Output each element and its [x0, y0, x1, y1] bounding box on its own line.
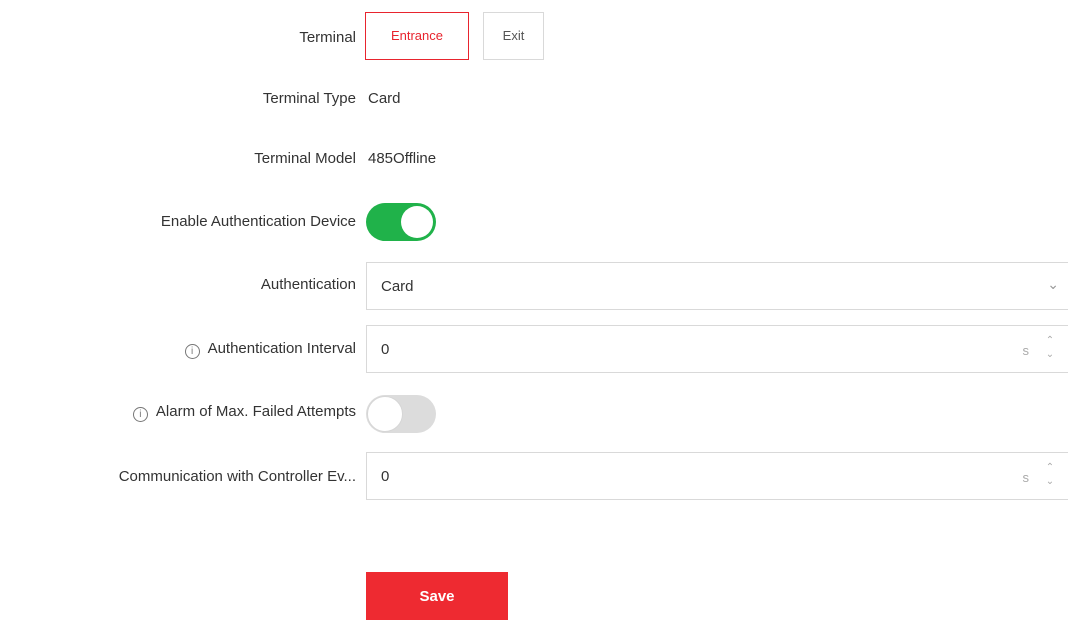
- terminal-type-label: Terminal Type: [262, 90, 356, 107]
- alarm-failed-label: Alarm of Max. Failed Attempts: [155, 403, 356, 420]
- comm-controller-input[interactable]: 0 s ⌃ ⌄: [366, 452, 1068, 500]
- comm-controller-label: Communication with Controller Ev...: [118, 468, 356, 485]
- chevron-up-icon[interactable]: ⌃: [1043, 334, 1057, 348]
- terminal-entrance-button[interactable]: Entrance: [365, 12, 469, 60]
- chevron-down-icon[interactable]: ⌄: [1043, 348, 1057, 362]
- authentication-label: Authentication: [260, 276, 356, 293]
- save-button[interactable]: Save: [366, 572, 508, 620]
- auth-interval-input[interactable]: 0 s ⌃ ⌄: [366, 325, 1068, 373]
- alarm-failed-toggle[interactable]: [366, 395, 436, 433]
- auth-interval-stepper[interactable]: ⌃ ⌄: [1043, 334, 1057, 364]
- info-icon[interactable]: i: [184, 344, 200, 359]
- comm-controller-unit: s: [1022, 470, 1030, 485]
- comm-controller-stepper[interactable]: ⌃ ⌄: [1043, 461, 1057, 491]
- comm-controller-value: 0: [381, 468, 390, 485]
- auth-interval-unit: s: [1022, 343, 1030, 358]
- auth-interval-value: 0: [381, 341, 390, 358]
- auth-interval-row-label: i Authentication Interval: [184, 340, 356, 359]
- toggle-knob: [401, 206, 433, 238]
- terminal-model-label: Terminal Model: [254, 150, 356, 167]
- info-icon[interactable]: i: [132, 407, 148, 422]
- chevron-up-icon[interactable]: ⌃: [1043, 461, 1057, 475]
- enable-auth-device-label: Enable Authentication Device: [160, 213, 356, 230]
- auth-interval-label: Authentication Interval: [207, 340, 356, 357]
- authentication-select-value: Card: [381, 278, 414, 295]
- terminal-model-value: 485Offline: [368, 150, 437, 167]
- terminal-exit-button[interactable]: Exit: [483, 12, 544, 60]
- alarm-failed-row-label: i Alarm of Max. Failed Attempts: [132, 403, 356, 422]
- terminal-type-value: Card: [368, 90, 401, 107]
- toggle-knob: [367, 396, 403, 432]
- chevron-down-icon: ⌄: [1047, 276, 1059, 292]
- chevron-down-icon[interactable]: ⌄: [1043, 475, 1057, 489]
- enable-auth-device-toggle[interactable]: [366, 203, 436, 241]
- authentication-select[interactable]: Card ⌄: [366, 262, 1068, 310]
- terminal-label: Terminal: [299, 29, 356, 46]
